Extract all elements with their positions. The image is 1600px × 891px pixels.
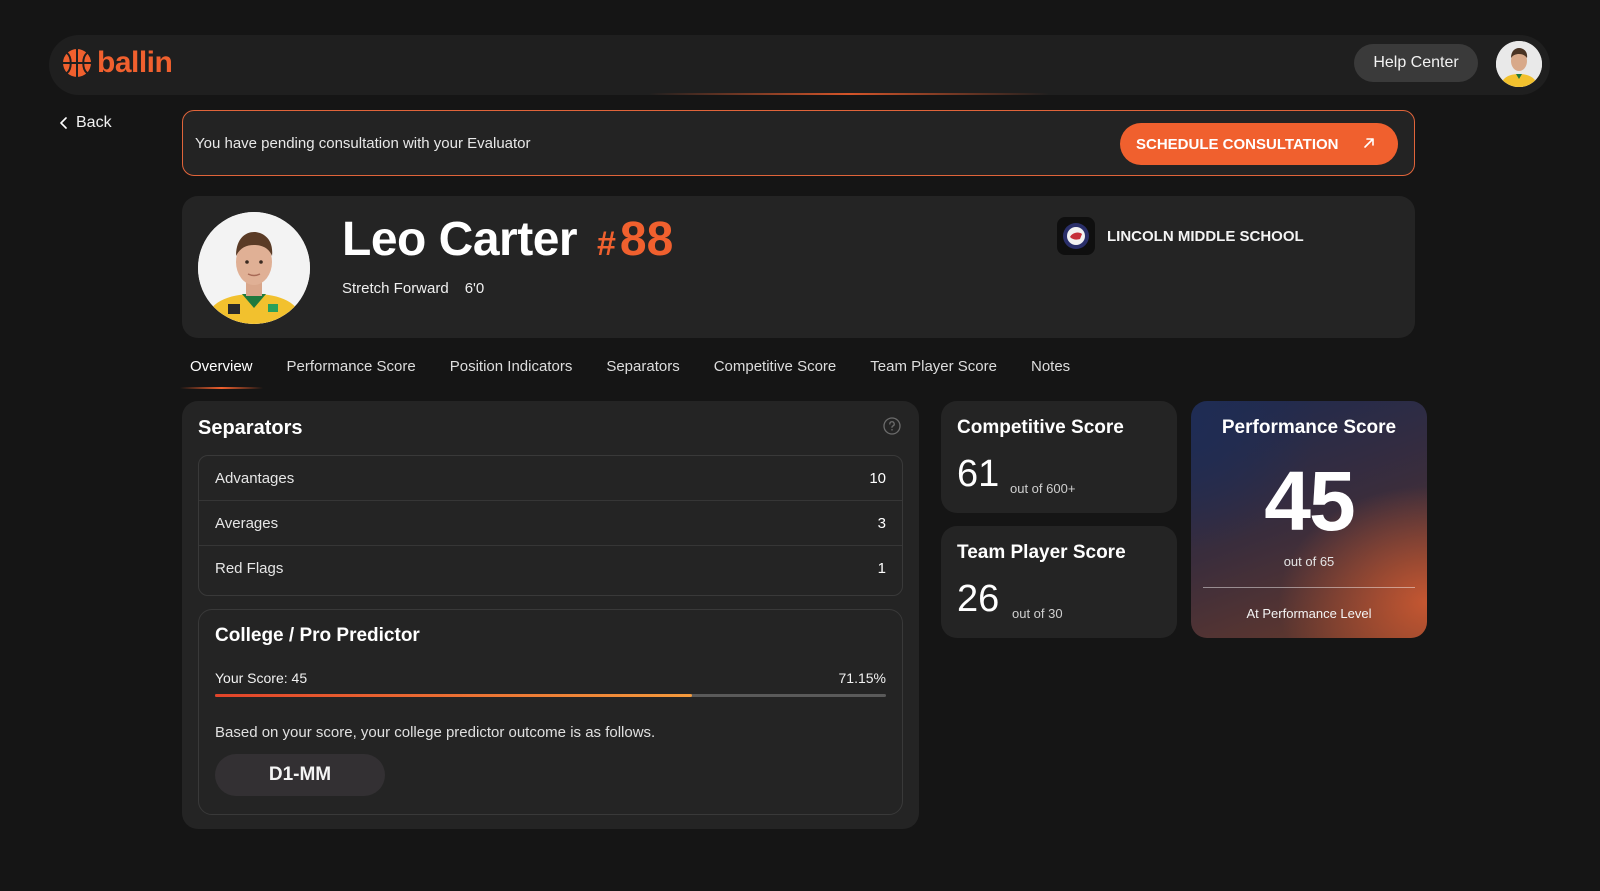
- player-position: Stretch Forward: [342, 280, 449, 297]
- tab-position-indicators[interactable]: Position Indicators: [450, 356, 573, 389]
- predictor-percent: 71.15%: [838, 670, 886, 686]
- profile-tabs: Overview Performance Score Position Indi…: [180, 356, 1104, 389]
- performance-score-card[interactable]: Performance Score 45 out of 65 At Perfor…: [1191, 401, 1427, 638]
- schedule-consultation-button[interactable]: SCHEDULE CONSULTATION: [1120, 123, 1398, 165]
- player-number: #88: [597, 212, 673, 267]
- brand-name: ballin: [97, 46, 173, 79]
- top-nav: ballin Help Center: [49, 35, 1550, 95]
- separator-value: 1: [877, 560, 886, 577]
- tab-competitive-score[interactable]: Competitive Score: [714, 356, 837, 389]
- pending-consultation-banner: You have pending consultation with your …: [182, 110, 1415, 176]
- player-profile-card: Leo Carter #88 Stretch Forward 6'0 LINCO…: [182, 196, 1415, 338]
- player-photo: [198, 212, 310, 324]
- tab-overview[interactable]: Overview: [180, 356, 262, 389]
- user-avatar[interactable]: [1496, 41, 1542, 87]
- competitive-score-value: 61: [957, 453, 1000, 495]
- team-player-score-sub: out of 30: [1012, 606, 1063, 621]
- competitive-score-title: Competitive Score: [957, 417, 1124, 438]
- back-link[interactable]: Back: [58, 114, 112, 132]
- list-item: Red Flags 1: [199, 546, 902, 591]
- list-item: Advantages 10: [199, 456, 902, 501]
- predictor-progress-fill: [215, 694, 693, 697]
- tab-team-player-score[interactable]: Team Player Score: [870, 356, 997, 389]
- player-meta: Stretch Forward 6'0: [342, 280, 484, 297]
- player-height: 6'0: [464, 280, 485, 297]
- separators-list: Advantages 10 Averages 3 Red Flags 1: [198, 455, 903, 596]
- predictor-description: Based on your score, your college predic…: [215, 724, 656, 741]
- help-circle-icon[interactable]: [883, 417, 901, 435]
- ballin-logo[interactable]: ballin: [61, 46, 173, 79]
- performance-score-sub: out of 65: [1283, 554, 1335, 569]
- separators-title: Separators: [198, 417, 303, 439]
- tab-separators[interactable]: Separators: [606, 356, 679, 389]
- schedule-label: SCHEDULE CONSULTATION: [1136, 135, 1339, 153]
- player-name: Leo Carter: [342, 213, 578, 266]
- school-info: LINCOLN MIDDLE SCHOOL: [1057, 217, 1304, 255]
- banner-message: You have pending consultation with your …: [195, 135, 531, 152]
- app-frame: ballin Help Center Back You have pending…: [0, 0, 1600, 891]
- predictor-score: Your Score: 45: [215, 670, 308, 686]
- tab-notes[interactable]: Notes: [1031, 356, 1070, 389]
- nav-glow: [649, 93, 1049, 95]
- number-hash: #: [597, 225, 616, 263]
- tab-performance-score[interactable]: Performance Score: [287, 356, 416, 389]
- divider: [1203, 587, 1415, 588]
- predictor-progress-bar: [215, 694, 886, 697]
- college-pro-predictor: College / Pro Predictor Your Score: 45 7…: [198, 609, 903, 815]
- school-name: LINCOLN MIDDLE SCHOOL: [1107, 227, 1304, 245]
- team-player-score-card[interactable]: Team Player Score 26 out of 30: [941, 526, 1177, 638]
- separator-label: Averages: [215, 514, 279, 532]
- separator-value: 10: [869, 469, 886, 487]
- help-center-button[interactable]: Help Center: [1354, 44, 1478, 82]
- competitive-score-sub: out of 600+: [1010, 481, 1076, 496]
- list-item: Averages 3: [199, 501, 902, 546]
- separator-label: Red Flags: [215, 560, 284, 577]
- separator-label: Advantages: [215, 469, 295, 487]
- team-player-score-title: Team Player Score: [957, 542, 1126, 563]
- predictor-title: College / Pro Predictor: [215, 625, 420, 646]
- basketball-icon: [63, 49, 91, 77]
- performance-score-title: Performance Score: [1221, 417, 1397, 438]
- jersey-number: 88: [619, 213, 674, 266]
- performance-level: At Performance Level: [1246, 606, 1372, 621]
- performance-score-value: 45: [1264, 454, 1355, 548]
- team-player-score-value: 26: [957, 578, 1000, 620]
- chevron-left-icon: [60, 117, 67, 129]
- arrow-up-right-icon: [1364, 138, 1374, 148]
- back-label: Back: [76, 114, 112, 131]
- separators-card: Separators Advantages 10 Averages 3 Red …: [182, 401, 919, 829]
- competitive-score-card[interactable]: Competitive Score 61 out of 600+: [941, 401, 1177, 513]
- separator-value: 3: [877, 514, 886, 532]
- school-logo-icon: [1057, 217, 1095, 255]
- predictor-outcome-badge: D1-MM: [215, 754, 385, 796]
